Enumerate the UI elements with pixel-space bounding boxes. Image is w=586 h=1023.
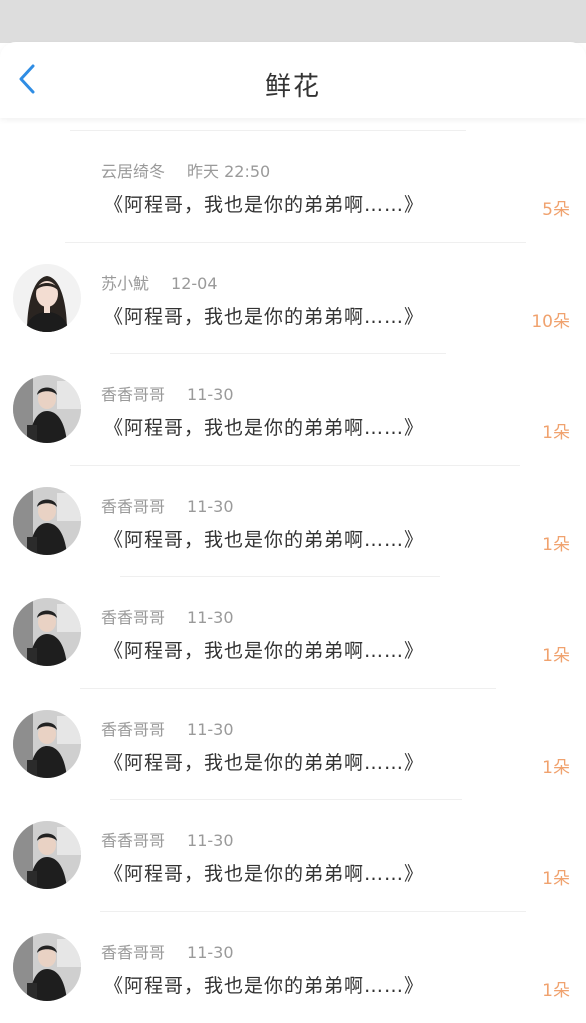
- sender-name: 香香哥哥: [101, 719, 166, 739]
- avatar[interactable]: [13, 709, 81, 778]
- divider: [100, 910, 526, 912]
- sender-meta: 香香哥哥 11-30: [101, 716, 234, 740]
- message-text: 《阿程哥，我也是你的弟弟啊……》: [104, 417, 425, 439]
- sender-meta: 苏小魷 12-04: [101, 270, 218, 294]
- timestamp: 11-30: [187, 942, 234, 962]
- sender-name: 香香哥哥: [101, 608, 166, 627]
- message-text: 《阿程哥，我也是你的弟弟啊……》: [104, 305, 425, 328]
- flower-count: 1朵: [542, 869, 570, 889]
- timestamp: 11-30: [187, 496, 234, 516]
- divider: [120, 576, 440, 577]
- avatar[interactable]: [13, 598, 81, 666]
- sender-meta: 香香哥哥 11-30: [101, 827, 234, 851]
- sender-name: 苏小魷: [101, 273, 150, 293]
- timestamp: 11-30: [187, 719, 234, 739]
- divider: [65, 241, 526, 243]
- sender-name: 香香哥哥: [101, 942, 166, 962]
- flower-count: 10朵: [531, 311, 570, 332]
- message-text: 《阿程哥，我也是你的弟弟啊……》: [104, 863, 425, 885]
- avatar[interactable]: [13, 821, 81, 889]
- message-text: 《阿程哥，我也是你的弟弟啊……》: [104, 974, 425, 997]
- sender-name: 云居绮冬: [101, 162, 166, 181]
- avatar[interactable]: [13, 263, 81, 332]
- list-item[interactable]: 香香哥哥 11-30 《阿程哥，我也是你的弟弟啊……》 1朵: [0, 910, 586, 1023]
- avatar[interactable]: [13, 486, 81, 555]
- message-text: 《阿程哥，我也是你的弟弟啊……》: [104, 751, 425, 774]
- sender-meta: 云居绮冬 昨天 22:50: [101, 158, 270, 182]
- flower-count: 1朵: [542, 534, 570, 555]
- flower-count: 1朵: [542, 757, 570, 778]
- timestamp: 12-04: [171, 273, 218, 293]
- sender-name: 香香哥哥: [101, 496, 166, 516]
- list-item[interactable]: 香香哥哥 11-30 《阿程哥，我也是你的弟弟啊……》 1朵: [0, 687, 586, 800]
- divider: [110, 799, 462, 800]
- flower-count: 1朵: [542, 646, 570, 666]
- timestamp: 昨天 22:50: [187, 162, 271, 181]
- flower-list: 云居绮冬 昨天 22:50 《阿程哥，我也是你的弟弟啊……》 5朵 苏小魷 12-0…: [0, 118, 586, 1022]
- sender-meta: 香香哥哥 11-30: [101, 604, 234, 628]
- flower-count: 1朵: [542, 423, 570, 443]
- message-text: 《阿程哥，我也是你的弟弟啊……》: [104, 640, 425, 662]
- page-title: 鲜花: [264, 72, 321, 102]
- sender-meta: 香香哥哥 11-30: [101, 939, 234, 963]
- list-item[interactable]: 香香哥哥 11-30 《阿程哥，我也是你的弟弟啊……》 1朵: [0, 576, 586, 688]
- sender-meta: 香香哥哥 11-30: [101, 493, 234, 517]
- navigation-bar: 鲜花: [0, 42, 586, 118]
- list-item[interactable]: 云居绮冬 昨天 22:50 《阿程哥，我也是你的弟弟啊……》 5朵: [0, 130, 586, 242]
- flower-count: 1朵: [542, 980, 570, 1001]
- sender-name: 香香哥哥: [101, 831, 166, 850]
- list-item[interactable]: 香香哥哥 11-30 《阿程哥，我也是你的弟弟啊……》 1朵: [0, 799, 586, 911]
- list-item[interactable]: 香香哥哥 11-30 《阿程哥，我也是你的弟弟啊……》 1朵: [0, 353, 586, 465]
- list-item[interactable]: 香香哥哥 11-30 《阿程哥，我也是你的弟弟啊……》 1朵: [0, 464, 586, 577]
- timestamp: 11-30: [187, 831, 234, 850]
- timestamp: 11-30: [187, 608, 234, 627]
- divider: [70, 464, 520, 466]
- divider: [70, 130, 466, 131]
- sender-meta: 香香哥哥 11-30: [101, 381, 234, 405]
- list-item[interactable]: 苏小魷 12-04 《阿程哥，我也是你的弟弟啊……》 10朵: [0, 241, 586, 354]
- avatar[interactable]: [13, 375, 81, 443]
- sender-name: 香香哥哥: [101, 385, 166, 404]
- flower-count: 5朵: [542, 200, 570, 220]
- avatar[interactable]: [13, 932, 81, 1001]
- divider: [110, 353, 446, 354]
- divider: [80, 687, 496, 689]
- message-text: 《阿程哥，我也是你的弟弟啊……》: [104, 194, 425, 216]
- status-bar: [0, 0, 586, 43]
- message-text: 《阿程哥，我也是你的弟弟啊……》: [104, 528, 425, 551]
- timestamp: 11-30: [187, 385, 234, 404]
